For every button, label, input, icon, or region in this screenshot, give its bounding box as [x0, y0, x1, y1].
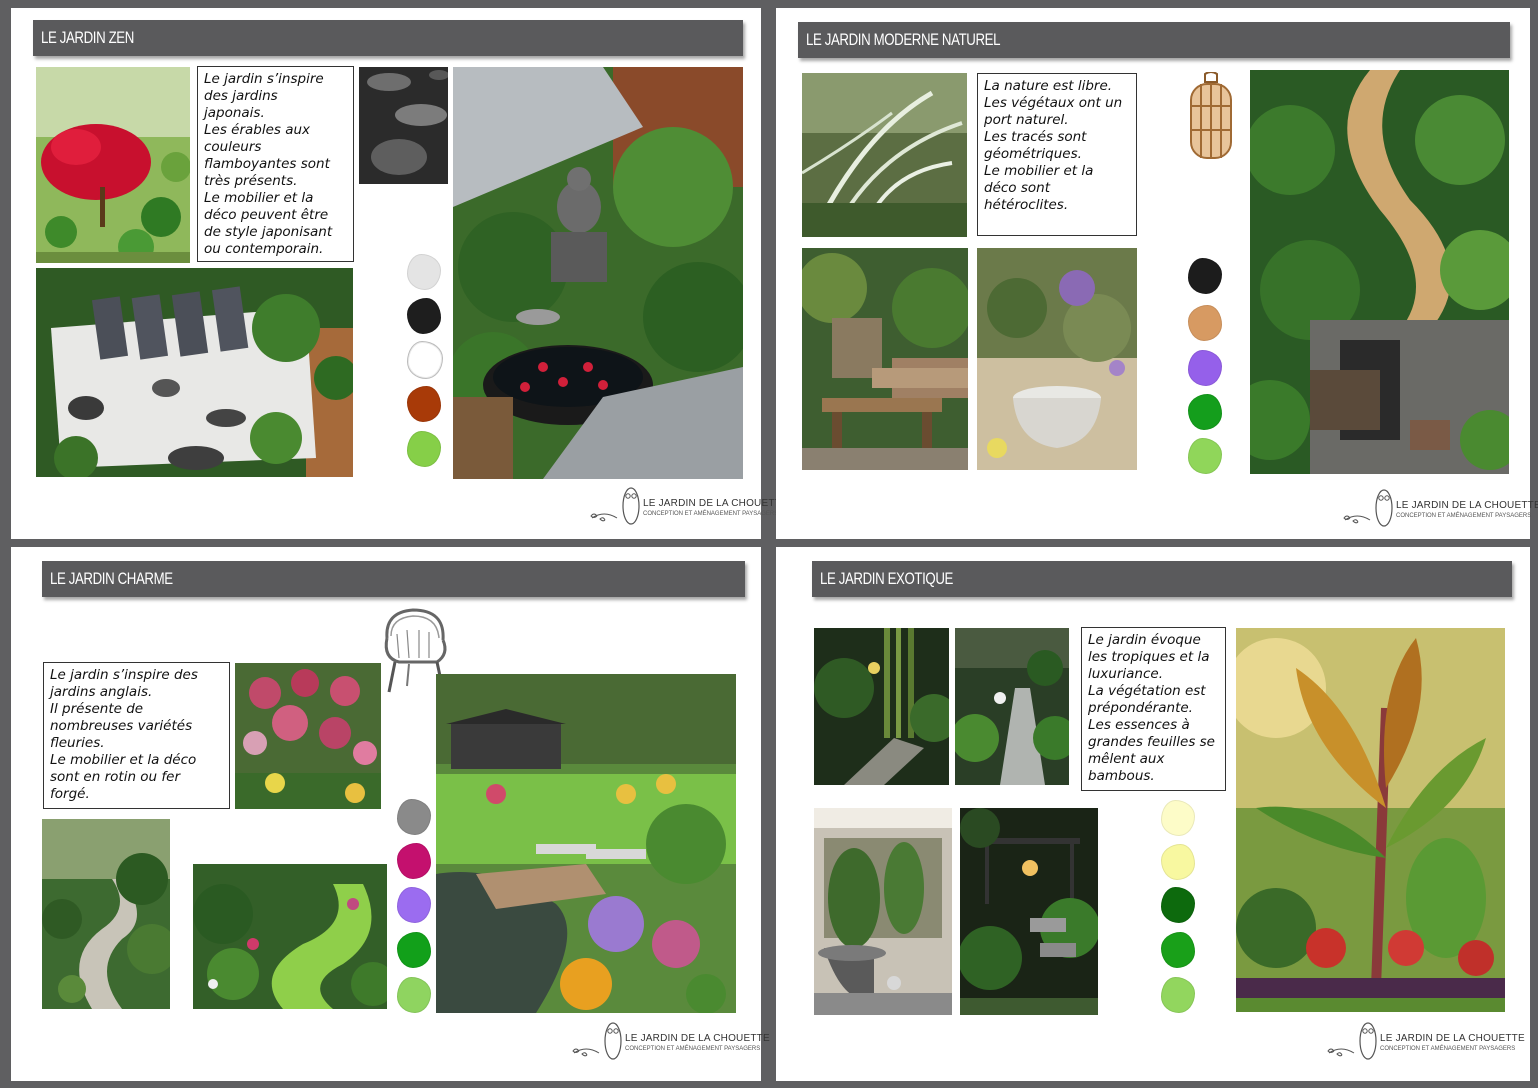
color-swatch — [1161, 800, 1195, 836]
color-swatch — [407, 386, 441, 422]
photo-zen-gravel-garden — [36, 268, 353, 477]
panel-title: LE JARDIN EXOTIQUE — [820, 569, 953, 588]
panel-title-bar: LE JARDIN ZEN — [33, 20, 743, 56]
color-swatch — [1161, 844, 1195, 880]
owl-logo-icon — [590, 487, 640, 525]
color-swatch — [1188, 438, 1222, 474]
photo-outdoor-lounge — [802, 248, 968, 470]
description-box: Le jardin s’inspire des jardins anglais.… — [43, 662, 230, 809]
color-swatch — [1188, 258, 1222, 294]
panel-jardin-exotique: LE JARDIN EXOTIQUE Le jardin évoque les … — [776, 547, 1530, 1081]
panel-jardin-moderne-naturel: LE JARDIN MODERNE NATUREL La nature est … — [776, 8, 1538, 539]
photo-japanese-maple — [36, 67, 190, 263]
color-swatch — [407, 254, 441, 290]
photo-pond-deck-garden — [436, 674, 736, 1013]
photo-pergola-garden — [960, 808, 1098, 1015]
photo-lawn-borders — [193, 864, 387, 1009]
company-logo: LE JARDIN DE LA CHOUETTE CONCEPTION ET A… — [1326, 1015, 1525, 1063]
logo-tagline: CONCEPTION ET AMÉNAGEMENT PAYSAGERS — [625, 1046, 761, 1052]
photo-allium-flowers — [235, 663, 381, 809]
lantern-icon — [1190, 72, 1232, 159]
color-swatch — [1188, 350, 1222, 386]
logo-tagline: CONCEPTION ET AMÉNAGEMENT PAYSAGERS — [1396, 513, 1532, 519]
panel-title: LE JARDIN ZEN — [41, 28, 134, 47]
photo-banana-plant — [1236, 628, 1505, 1012]
photo-bamboo-path — [814, 628, 949, 785]
color-swatch — [397, 977, 431, 1013]
logo-brand: LE JARDIN DE LA CHOUETTE — [643, 498, 788, 509]
logo-tagline: CONCEPTION ET AMÉNAGEMENT PAYSAGERS — [643, 511, 779, 517]
logo-brand: LE JARDIN DE LA CHOUETTE — [1380, 1033, 1525, 1044]
photo-stone-path-globe — [955, 628, 1069, 785]
color-swatch — [397, 932, 431, 968]
description-box: Le jardin s’inspire des jardins japonais… — [197, 66, 354, 262]
owl-logo-icon — [1343, 489, 1393, 527]
color-swatch — [397, 843, 431, 879]
color-swatch — [1161, 932, 1195, 968]
color-swatch — [1161, 977, 1195, 1013]
panel-jardin-zen: LE JARDIN ZEN Le jardin s’inspire des ja… — [11, 8, 788, 539]
color-swatch — [1188, 394, 1222, 430]
photo-buddha-fountain — [453, 67, 743, 479]
photo-bowl-fountain — [977, 248, 1137, 470]
company-logo: LE JARDIN DE LA CHOUETTE CONCEPTION ET A… — [571, 1015, 770, 1063]
description-box: La nature est libre. Les végétaux ont un… — [977, 73, 1137, 236]
photo-tropical-planter — [814, 808, 952, 1015]
owl-logo-icon — [1327, 1022, 1377, 1060]
photo-cottage-path — [42, 819, 170, 1009]
panel-title-bar: LE JARDIN CHARME — [42, 561, 745, 597]
color-swatch — [407, 341, 443, 379]
color-swatch — [1161, 887, 1195, 923]
photo-feather-grass — [802, 73, 967, 237]
panel-title: LE JARDIN MODERNE NATUREL — [806, 30, 1001, 49]
panel-title: LE JARDIN CHARME — [50, 569, 173, 588]
company-logo: LE JARDIN DE LA CHOUETTE CONCEPTION ET A… — [1342, 482, 1538, 530]
owl-logo-icon — [572, 1022, 622, 1060]
panel-title-bar: LE JARDIN EXOTIQUE — [812, 561, 1512, 597]
color-swatch — [407, 431, 441, 467]
description-box: Le jardin évoque les tropiques et la lux… — [1081, 627, 1226, 791]
color-swatch — [1188, 305, 1222, 341]
photo-stepping-stones — [359, 67, 448, 184]
logo-brand: LE JARDIN DE LA CHOUETTE — [625, 1033, 770, 1044]
logo-brand: LE JARDIN DE LA CHOUETTE — [1396, 500, 1538, 511]
color-swatch — [397, 887, 431, 923]
panel-jardin-charme: LE JARDIN CHARME Le jardin s’inspire des… — [11, 547, 770, 1081]
logo-tagline: CONCEPTION ET AMÉNAGEMENT PAYSAGERS — [1380, 1046, 1516, 1052]
photo-modern-garden-aerial — [1250, 70, 1509, 474]
color-swatch — [397, 799, 431, 835]
color-swatch — [407, 298, 441, 334]
company-logo: LE JARDIN DE LA CHOUETTE CONCEPTION ET A… — [589, 480, 788, 528]
panel-title-bar: LE JARDIN MODERNE NATUREL — [798, 22, 1510, 58]
